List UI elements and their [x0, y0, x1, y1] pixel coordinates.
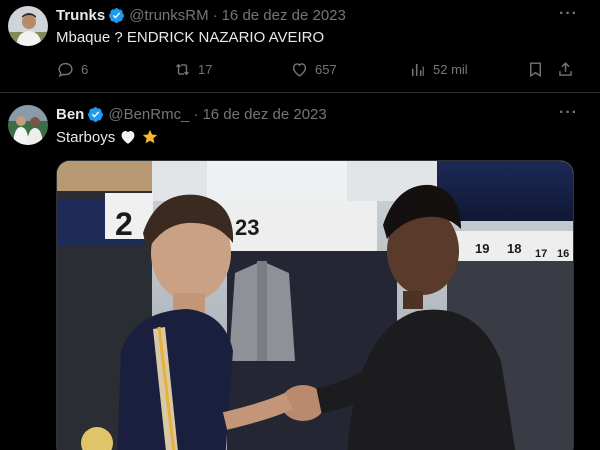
handle[interactable]: @trunksRM	[129, 7, 208, 24]
white-heart-icon	[121, 131, 135, 144]
locker-number: 23	[235, 215, 259, 240]
locker-number: 19	[475, 241, 489, 256]
locker-number: 17	[535, 248, 547, 260]
heart-icon	[292, 63, 307, 77]
locker-room-photo: 2 23 19 18 17 16	[57, 161, 573, 450]
reply-icon	[58, 62, 73, 78]
share-button[interactable]	[556, 60, 581, 79]
tweet-header: Ben @BenRmc_ · 16 de dez de 2023	[56, 106, 327, 123]
locker-number: 16	[557, 248, 569, 260]
views-button[interactable]: 52 mil	[408, 60, 468, 79]
verified-badge-icon	[88, 107, 104, 122]
tweet-text: Mbaque ? ENDRICK NAZARIO AVEIRO	[56, 29, 325, 46]
locker-number: 18	[507, 241, 521, 256]
action-bar: 6 17 657 52 mil	[56, 60, 576, 82]
display-name[interactable]: Ben	[56, 106, 84, 123]
separator: ·	[193, 106, 199, 123]
tweet-photo[interactable]: 2 23 19 18 17 16	[56, 160, 574, 450]
avatar-ben[interactable]	[8, 105, 48, 145]
locker-number: 2	[115, 206, 133, 242]
timestamp[interactable]: 16 de dez de 2023	[202, 106, 326, 123]
analytics-icon	[411, 63, 424, 76]
bookmark-button[interactable]	[526, 60, 551, 79]
display-name[interactable]: Trunks	[56, 7, 105, 24]
reply-count: 6	[81, 62, 89, 77]
tweet-header: Trunks @trunksRM · 16 de dez de 2023	[56, 7, 346, 24]
repost-icon	[176, 63, 189, 76]
reply-button[interactable]: 6	[56, 60, 88, 79]
avatar-trunks[interactable]	[8, 6, 48, 46]
like-count: 657	[315, 62, 337, 77]
like-button[interactable]: 657	[290, 60, 337, 79]
verified-badge-icon	[109, 8, 125, 23]
separator: ·	[212, 7, 218, 24]
repost-button[interactable]: 17	[173, 60, 212, 79]
tweet-text: Starboys	[56, 128, 159, 146]
more-options-button[interactable]: ···	[559, 104, 578, 122]
timestamp[interactable]: 16 de dez de 2023	[222, 7, 346, 24]
share-icon	[559, 62, 572, 76]
repost-count: 17	[198, 62, 213, 77]
handle[interactable]: @BenRmc_	[108, 106, 189, 123]
view-count: 52 mil	[433, 62, 468, 77]
star-icon	[143, 129, 158, 144]
more-options-button[interactable]: ···	[559, 5, 578, 23]
tweet-text-content: Starboys	[56, 128, 116, 146]
bookmark-icon	[530, 62, 541, 78]
